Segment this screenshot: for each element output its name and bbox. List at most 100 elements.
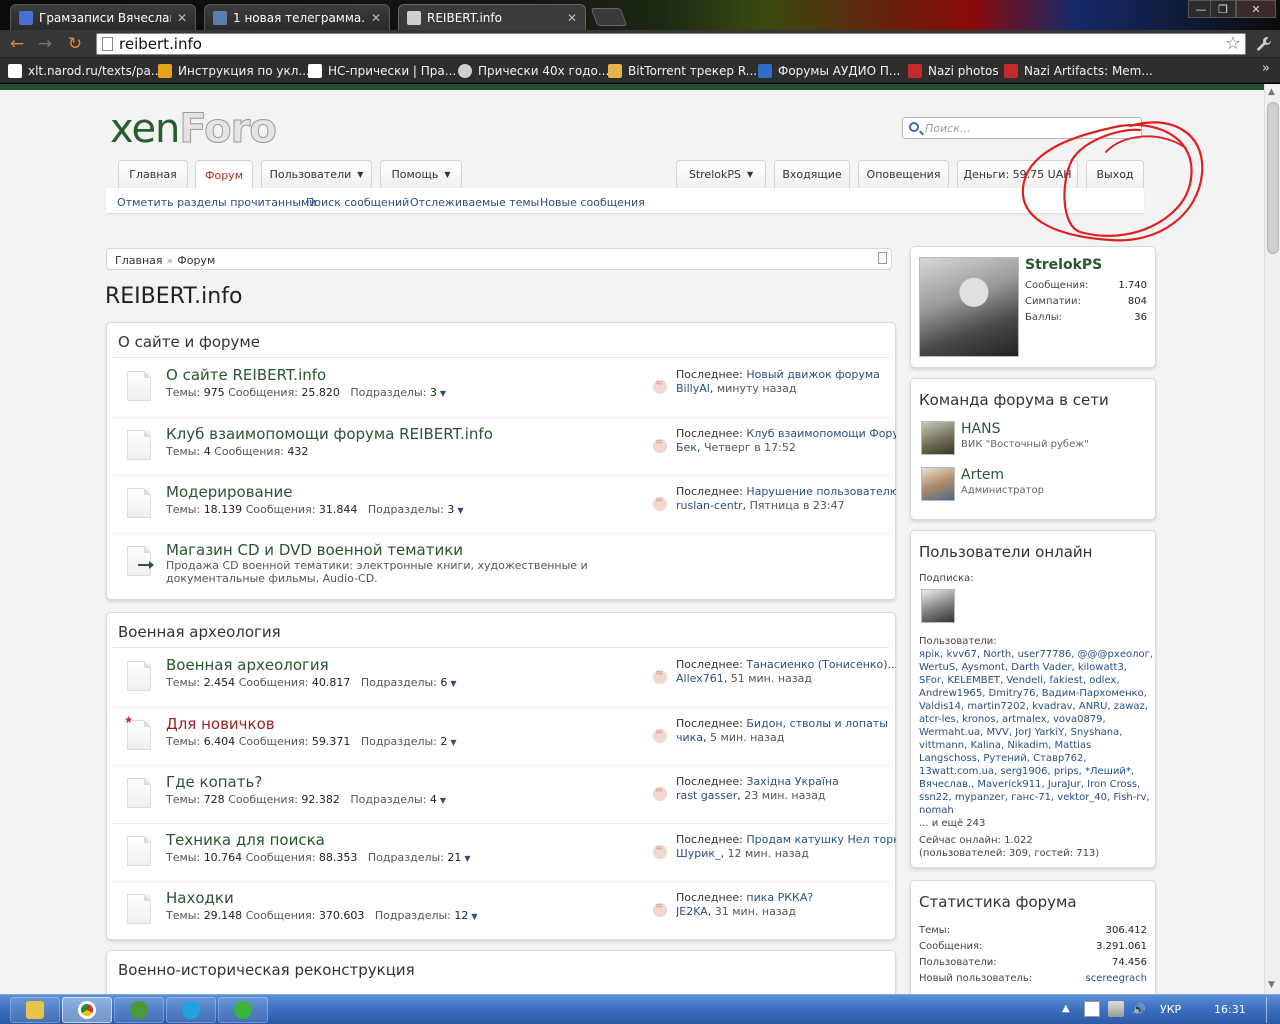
chevron-down-icon[interactable]: ▼ bbox=[457, 506, 463, 515]
last-post-user[interactable]: rast gasser bbox=[676, 789, 737, 802]
taskbar-explorer[interactable] bbox=[10, 997, 60, 1023]
forum-node-title[interactable]: Военная археология bbox=[166, 656, 329, 674]
restore-button[interactable]: ❐ bbox=[1210, 0, 1236, 18]
nav-inbox[interactable]: Входящие bbox=[774, 160, 850, 188]
clock[interactable]: 16:31 bbox=[1214, 1003, 1246, 1016]
last-post-user[interactable]: ruslan-centr bbox=[676, 499, 743, 512]
last-post-user[interactable]: JE2KA bbox=[676, 905, 708, 918]
tab-close-icon[interactable]: ✕ bbox=[567, 11, 577, 25]
more-members[interactable]: ... и ещё 243 bbox=[919, 818, 985, 829]
forum-node-title[interactable]: Модерирование bbox=[166, 483, 293, 501]
last-post-link[interactable]: пика РККА? bbox=[746, 891, 813, 904]
show-desktop-button[interactable] bbox=[1266, 997, 1278, 1023]
rss-icon[interactable] bbox=[653, 843, 667, 859]
new-posts-link[interactable]: Новые сообщения bbox=[540, 196, 645, 209]
stat-value[interactable]: scereegrach bbox=[1086, 973, 1147, 984]
last-post-link[interactable]: Клуб взаимопомощи Форума... bbox=[746, 427, 896, 440]
chevron-down-icon[interactable]: ▼ bbox=[440, 389, 446, 398]
scrollbar-thumb[interactable] bbox=[1267, 102, 1279, 254]
language-indicator[interactable]: УКР bbox=[1160, 1003, 1181, 1016]
rss-icon[interactable] bbox=[653, 727, 667, 743]
stat-value[interactable]: 1.740 bbox=[1118, 280, 1147, 291]
taskbar-chrome[interactable] bbox=[62, 997, 112, 1023]
category-title[interactable]: О сайте и форуме bbox=[118, 333, 260, 351]
nav-tab-forum[interactable]: Форум bbox=[195, 160, 253, 190]
back-arrow-icon[interactable]: ← bbox=[6, 34, 28, 54]
nav-tab-members[interactable]: Пользователи ▼ bbox=[261, 160, 372, 188]
breadcrumb-forum[interactable]: Форум bbox=[177, 254, 215, 267]
visitor-username[interactable]: StrelokPS bbox=[1025, 257, 1102, 273]
vertical-scrollbar[interactable]: ▲ ▼ bbox=[1264, 84, 1280, 994]
tray-expand-icon[interactable]: ▲ bbox=[1062, 1003, 1070, 1014]
network-icon[interactable] bbox=[1108, 1001, 1124, 1017]
last-post-link[interactable]: Танасиенко (Тонисенко)... bbox=[746, 658, 896, 671]
category-title[interactable]: Военно-историческая реконструкция bbox=[118, 961, 415, 979]
volume-icon[interactable]: 🔊 bbox=[1132, 1003, 1146, 1016]
last-post-user[interactable]: чика bbox=[676, 731, 703, 744]
browser-tab-2[interactable]: 1 новая телеграмма. ✕ bbox=[204, 4, 390, 30]
last-post-user[interactable]: Allex761 bbox=[676, 672, 724, 685]
forum-node-title[interactable]: О сайте REIBERT.info bbox=[166, 366, 326, 384]
tab-close-icon[interactable]: ✕ bbox=[177, 11, 187, 25]
chevron-down-icon[interactable]: ▼ bbox=[450, 738, 456, 747]
taskbar-utorrent[interactable] bbox=[114, 997, 164, 1023]
close-window-button[interactable]: ✕ bbox=[1236, 0, 1276, 18]
last-post-user[interactable]: Шурик_ bbox=[676, 847, 721, 860]
chevron-down-icon[interactable]: ▼ bbox=[471, 912, 477, 921]
forum-node-title[interactable]: Для новичков bbox=[166, 715, 275, 733]
last-post-link[interactable]: Нарушение пользователю... bbox=[746, 485, 896, 498]
rss-icon[interactable] bbox=[653, 668, 667, 684]
staff-name[interactable]: HANS bbox=[961, 421, 1000, 437]
bookmark-6[interactable]: Форумы АУДИО П... bbox=[758, 62, 900, 79]
bookmark-3[interactable]: НС-прически | Пра... bbox=[308, 62, 456, 79]
bookmark-1[interactable]: xlt.narod.ru/texts/pa... bbox=[8, 62, 162, 79]
last-post-link[interactable]: Західна Україна bbox=[746, 775, 838, 788]
avatar[interactable] bbox=[921, 467, 955, 501]
scroll-down-icon[interactable]: ▼ bbox=[1268, 980, 1275, 990]
forum-node-title[interactable]: Магазин CD и DVD военной тематики bbox=[166, 541, 463, 559]
rss-icon[interactable] bbox=[653, 785, 667, 801]
last-post-user[interactable]: Бек bbox=[676, 441, 697, 454]
nav-account-menu[interactable]: StrelokPS ▼ bbox=[676, 160, 766, 188]
scroll-up-icon[interactable]: ▲ bbox=[1268, 87, 1275, 97]
browser-tab-1[interactable]: Грамзаписи Вячеслава П ✕ bbox=[10, 4, 196, 30]
breadcrumb-home[interactable]: Главная bbox=[115, 254, 163, 267]
wrench-icon[interactable] bbox=[1256, 36, 1272, 52]
stat-value[interactable]: 36 bbox=[1134, 312, 1147, 323]
address-bar[interactable]: reibert.info ☆ bbox=[96, 33, 1246, 55]
bookmarks-overflow-icon[interactable]: » bbox=[1262, 61, 1270, 76]
staff-name[interactable]: Artem bbox=[961, 467, 1004, 483]
rss-icon[interactable] bbox=[653, 495, 667, 511]
bookmark-8[interactable]: Nazi Artifacts: Mem... bbox=[1004, 62, 1153, 79]
nav-tab-help[interactable]: Помощь ▼ bbox=[380, 160, 462, 188]
new-tab-button[interactable] bbox=[590, 8, 628, 26]
bookmark-5[interactable]: BitTorrent трекер R... bbox=[608, 62, 757, 79]
reload-icon[interactable]: ↻ bbox=[64, 34, 86, 54]
rss-icon[interactable] bbox=[653, 437, 667, 453]
forum-node-title[interactable]: Техника для поиска bbox=[166, 831, 325, 849]
forum-node-title[interactable]: Где копать? bbox=[166, 773, 262, 791]
last-post-link[interactable]: Новый движок форума bbox=[746, 368, 880, 381]
tab-close-icon[interactable]: ✕ bbox=[371, 11, 381, 25]
action-center-icon[interactable] bbox=[1084, 1001, 1100, 1017]
taskbar-skype[interactable] bbox=[166, 997, 216, 1023]
stat-value[interactable]: 804 bbox=[1128, 296, 1147, 307]
last-post-user[interactable]: BillyAl bbox=[676, 382, 710, 395]
avatar[interactable] bbox=[921, 589, 955, 623]
chevron-down-icon[interactable]: ▼ bbox=[450, 679, 456, 688]
category-title[interactable]: Военная археология bbox=[118, 623, 281, 641]
avatar[interactable] bbox=[919, 257, 1019, 357]
forum-node-title[interactable]: Клуб взаимопомощи форума REIBERT.info bbox=[166, 425, 493, 443]
avatar[interactable] bbox=[921, 421, 955, 455]
site-logo[interactable]: xenForo bbox=[110, 106, 277, 153]
page-icon[interactable] bbox=[878, 252, 887, 264]
forum-node-title[interactable]: Находки bbox=[166, 889, 234, 907]
bookmark-star-icon[interactable]: ☆ bbox=[1225, 33, 1241, 54]
rss-icon[interactable] bbox=[653, 378, 667, 394]
nav-tab-home[interactable]: Главная bbox=[118, 160, 188, 188]
browser-tab-3-active[interactable]: REIBERT.info ✕ bbox=[398, 4, 586, 30]
chevron-down-icon[interactable]: ▼ bbox=[464, 854, 470, 863]
last-post-link[interactable]: Бидон, стволы и лопаты bbox=[746, 717, 888, 730]
watched-threads-link[interactable]: Отслеживаемые темы bbox=[410, 196, 539, 209]
bookmark-7[interactable]: Nazi photos bbox=[908, 62, 999, 79]
